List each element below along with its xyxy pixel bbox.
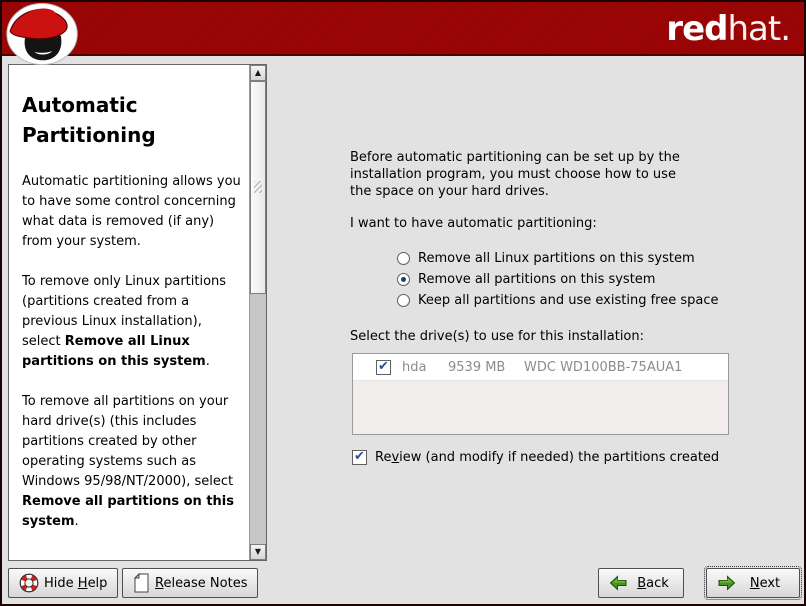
arrow-down-icon: ▼ (255, 548, 261, 556)
drive-checkbox[interactable] (376, 360, 391, 375)
review-option[interactable]: Review (and modify if needed) the partit… (352, 450, 719, 465)
drive-size: 9539 MB (448, 360, 524, 375)
help-paragraph-3: To remove all partitions on your hard dr… (22, 392, 241, 532)
review-label: Review (and modify if needed) the partit… (375, 450, 719, 465)
button-label: Hide Help (44, 576, 107, 591)
arrow-left-icon (609, 575, 628, 591)
scrollbar-thumb[interactable] (250, 81, 266, 294)
release-notes-button[interactable]: Release Notes (122, 568, 258, 598)
review-checkbox[interactable] (352, 450, 367, 465)
radio-label: Remove all Linux partitions on this syst… (418, 251, 695, 266)
redhat-wordmark: redhat. (666, 10, 790, 48)
scrollbar-trough[interactable] (250, 81, 266, 544)
radio-option-keep-all[interactable]: Keep all partitions and use existing fre… (397, 290, 718, 311)
help-content: Automatic Partitioning Automatic partiti… (9, 65, 249, 560)
radio-option-remove-linux[interactable]: Remove all Linux partitions on this syst… (397, 248, 718, 269)
scroll-down-button[interactable]: ▼ (250, 544, 266, 560)
arrow-up-icon: ▲ (255, 69, 261, 77)
drive-row-hda[interactable]: hda 9539 MB WDC WD100BB-75AUA1 (353, 354, 728, 381)
radio-label: Remove all partitions on this system (418, 272, 655, 287)
drive-list[interactable]: hda 9539 MB WDC WD100BB-75AUA1 (352, 353, 729, 435)
button-label: Next (741, 576, 789, 591)
button-label: Release Notes (155, 576, 247, 591)
wordmark-red: red (666, 9, 727, 49)
drive-select-label: Select the drive(s) to use for this inst… (350, 329, 644, 344)
redhat-shadowman-logo-icon (5, 3, 81, 69)
drive-model: WDC WD100BB-75AUA1 (524, 360, 682, 375)
document-icon (133, 573, 150, 593)
life-preserver-icon (19, 573, 39, 593)
back-button[interactable]: Back (598, 568, 684, 598)
radio-label: Keep all partitions and use existing fre… (418, 293, 718, 308)
radio-option-remove-all[interactable]: Remove all partitions on this system (397, 269, 718, 290)
radio-icon[interactable] (397, 273, 410, 286)
header-banner: redhat. (2, 2, 804, 56)
hide-help-button[interactable]: Hide Help (8, 568, 118, 598)
help-scrollbar[interactable]: ▲ ▼ (249, 65, 266, 560)
radio-group: Remove all Linux partitions on this syst… (397, 248, 718, 311)
arrow-right-icon (717, 575, 736, 591)
wordmark-hat: hat (727, 9, 780, 49)
drive-name: hda (402, 360, 448, 375)
installer-window: redhat. Automatic Partitioning Automatic… (0, 0, 806, 606)
help-paragraph-1: Automatic partitioning allows you to hav… (22, 172, 241, 252)
radio-icon[interactable] (397, 294, 410, 307)
wordmark-period: . (780, 9, 790, 49)
help-title: Automatic Partitioning (22, 90, 241, 150)
next-button[interactable]: Next (706, 568, 800, 598)
partitioning-prompt: I want to have automatic partitioning: (350, 216, 597, 231)
help-paragraph-2: To remove only Linux partitions (partiti… (22, 272, 241, 372)
button-label: Back (633, 576, 673, 591)
intro-text: Before automatic partitioning can be set… (350, 149, 686, 200)
scroll-up-button[interactable]: ▲ (250, 65, 266, 81)
help-panel: Automatic Partitioning Automatic partiti… (8, 64, 267, 561)
radio-icon[interactable] (397, 252, 410, 265)
